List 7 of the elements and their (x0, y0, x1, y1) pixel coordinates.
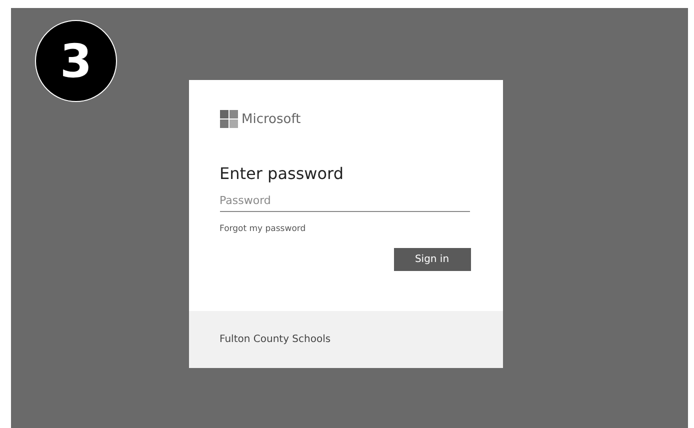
logo-icon (220, 110, 238, 128)
sign-in-button[interactable]: Sign in (394, 248, 470, 271)
forgot-password-link[interactable]: Forgot my password (220, 224, 472, 234)
organization-name: Fulton County Schools (220, 334, 331, 345)
step-number-badge: 3 (35, 20, 117, 102)
card-title: Enter password (220, 164, 344, 183)
logo-text: Microsoft (242, 112, 301, 126)
